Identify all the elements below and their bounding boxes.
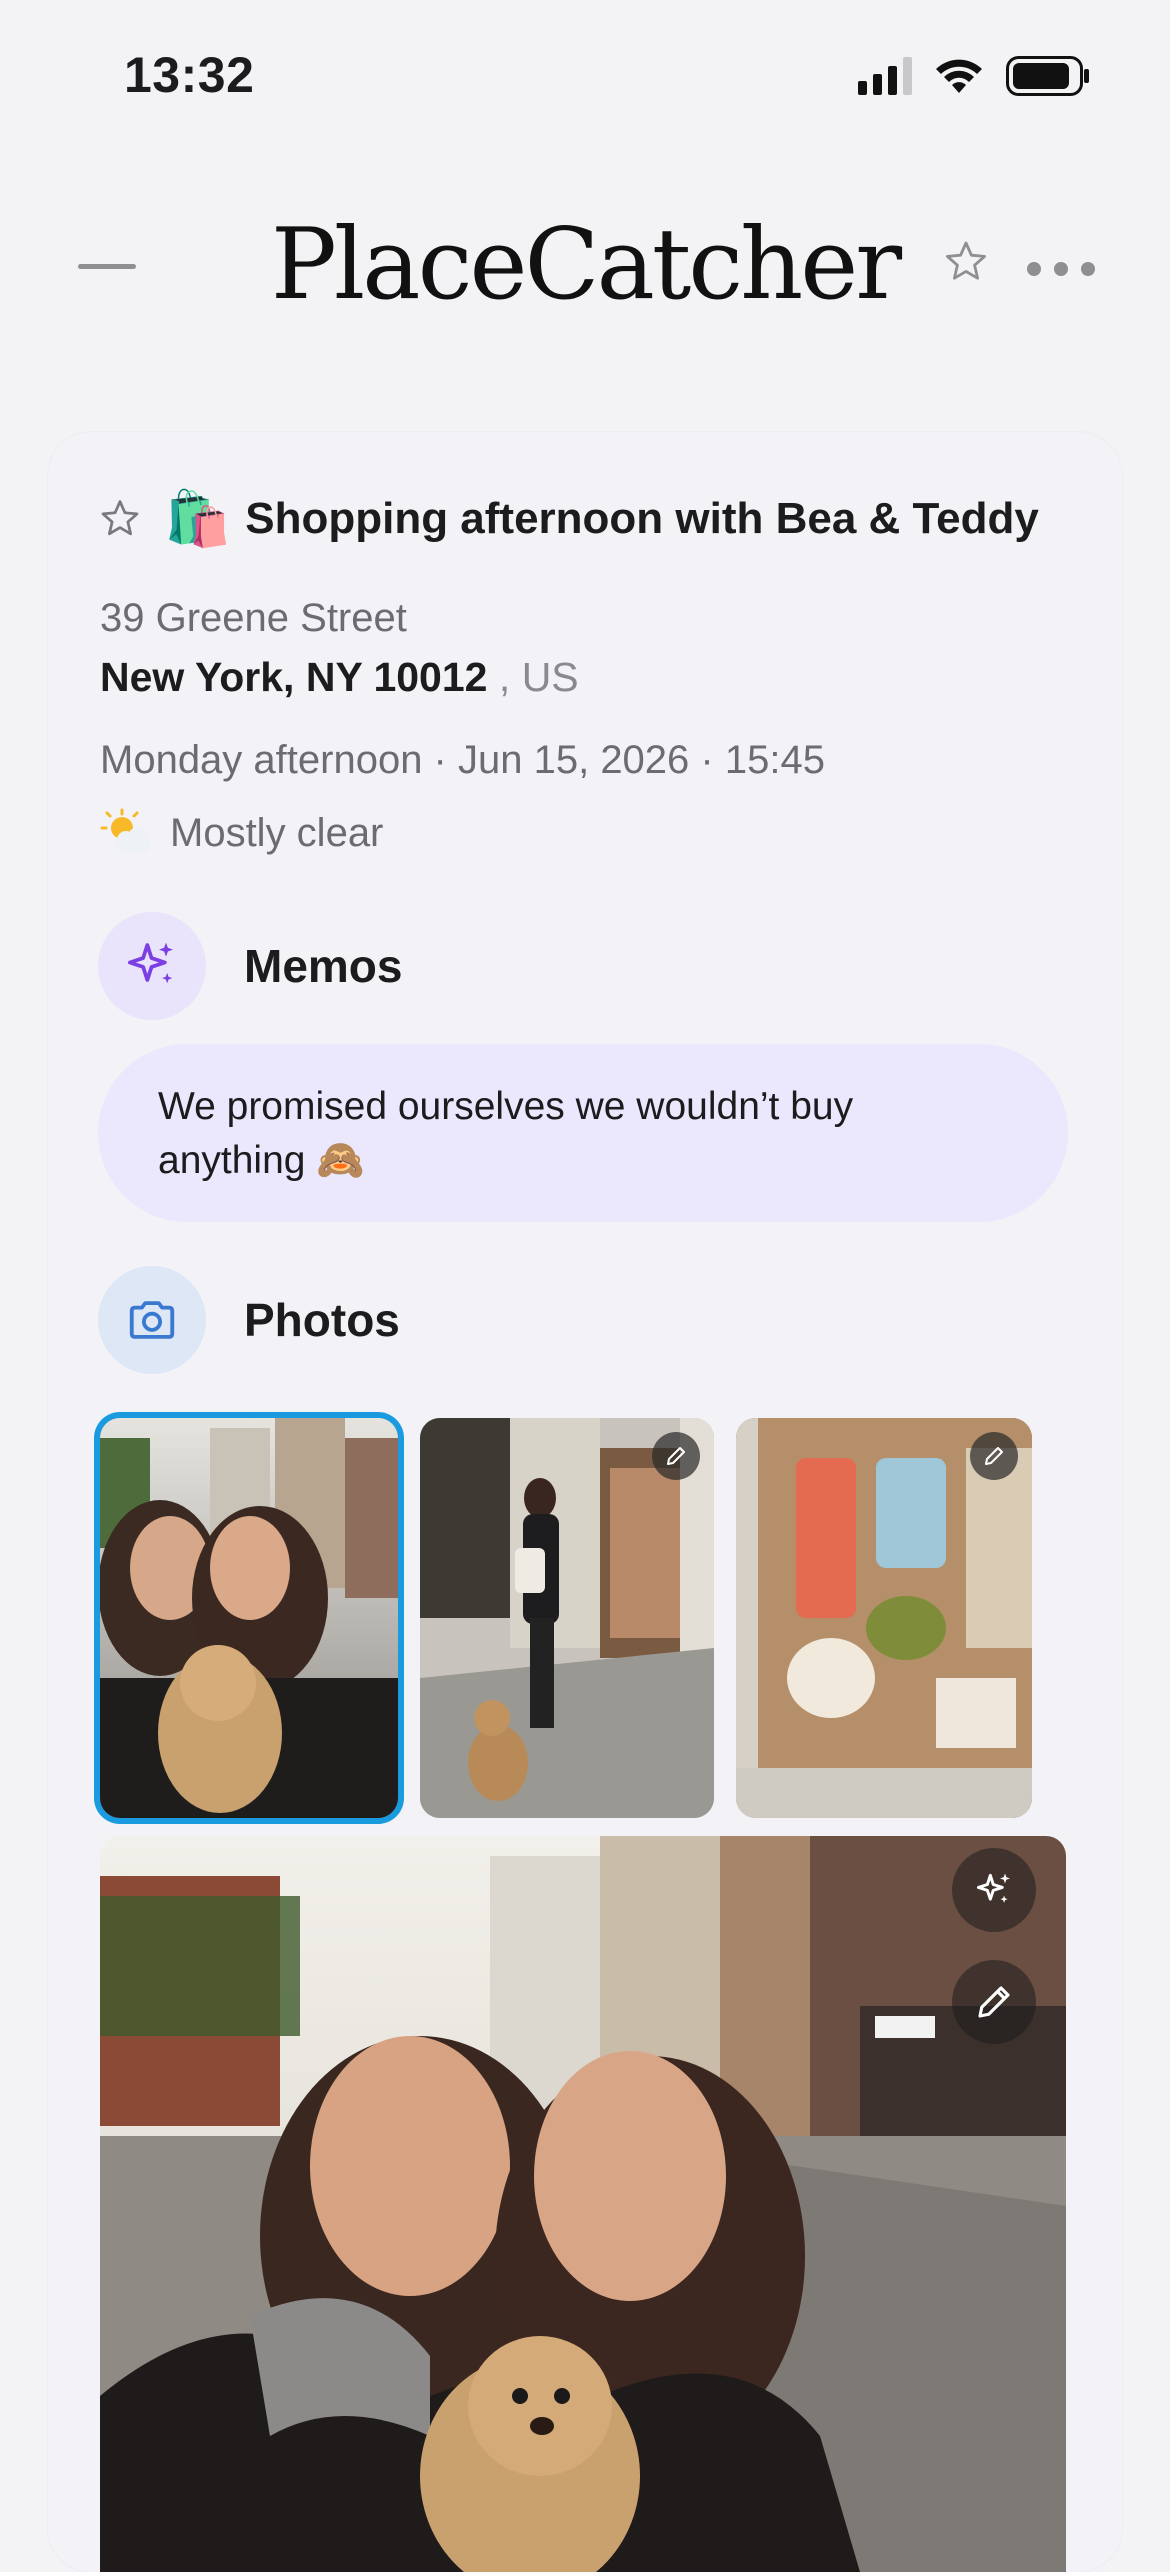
nav-bar: PlaceCatcher <box>0 170 1170 370</box>
app-title: PlaceCatcher <box>270 208 902 322</box>
status-time: 13:32 <box>124 47 255 103</box>
memo-bubble[interactable]: We promised ourselves we wouldn’t buy an… <box>98 1044 1068 1222</box>
address-street: 39 Greene Street <box>100 596 407 640</box>
pencil-icon <box>978 1986 1010 2018</box>
selfie-large-photo <box>100 1836 1066 2572</box>
camera-icon <box>98 1266 206 1374</box>
place-title-row: 🛍️ Shopping afternoon with Bea & Teddy <box>98 492 1039 546</box>
partly-cloudy-icon <box>100 808 151 854</box>
weather-row: Mostly clear <box>100 808 383 858</box>
wifi-icon <box>936 59 982 93</box>
sparkles-icon <box>98 912 206 1020</box>
memos-title: Memos <box>244 940 403 992</box>
edit-photo-button[interactable] <box>652 1432 700 1480</box>
favorite-star-icon[interactable] <box>942 238 990 286</box>
address-city: New York, NY 10012 <box>100 654 488 700</box>
pencil-icon <box>985 1447 1003 1465</box>
status-bar: 13:32 <box>0 0 1170 150</box>
selfie-with-dog-photo <box>100 1418 398 1818</box>
featured-photo[interactable] <box>100 1836 1066 2572</box>
status-icons <box>858 56 1090 96</box>
address-country: US <box>521 654 579 700</box>
edit-photo-button[interactable] <box>952 1960 1036 2044</box>
address-city-line: New York, NY 10012 , US <box>100 654 579 701</box>
photo-thumbnail[interactable] <box>736 1418 1032 1818</box>
photos-title: Photos <box>244 1294 400 1346</box>
cellular-signal-icon <box>858 57 912 95</box>
sparkles-icon <box>976 1873 1010 1903</box>
photo-thumbnail[interactable] <box>100 1418 398 1818</box>
pencil-icon <box>667 1447 685 1465</box>
photos-header: Photos <box>98 1266 400 1374</box>
photo-thumbnail[interactable] <box>420 1418 714 1818</box>
shopping-bags-icon: 🛍️ <box>164 489 232 549</box>
address-country-separator: , <box>498 654 511 700</box>
place-title[interactable]: Shopping afternoon with Bea & Teddy <box>245 494 1039 544</box>
weather-text: Mostly clear <box>170 810 384 855</box>
more-options-icon[interactable] <box>1027 262 1095 276</box>
battery-icon <box>1006 56 1089 96</box>
ai-enhance-button[interactable] <box>952 1848 1036 1932</box>
star-icon[interactable] <box>98 497 142 541</box>
visit-datetime: Monday afternoon · Jun 15, 2026 · 15:45 <box>100 738 825 782</box>
edit-photo-button[interactable] <box>970 1432 1018 1480</box>
place-card: 🛍️ Shopping afternoon with Bea & Teddy 3… <box>48 432 1122 2572</box>
memos-header: Memos <box>98 912 402 1020</box>
